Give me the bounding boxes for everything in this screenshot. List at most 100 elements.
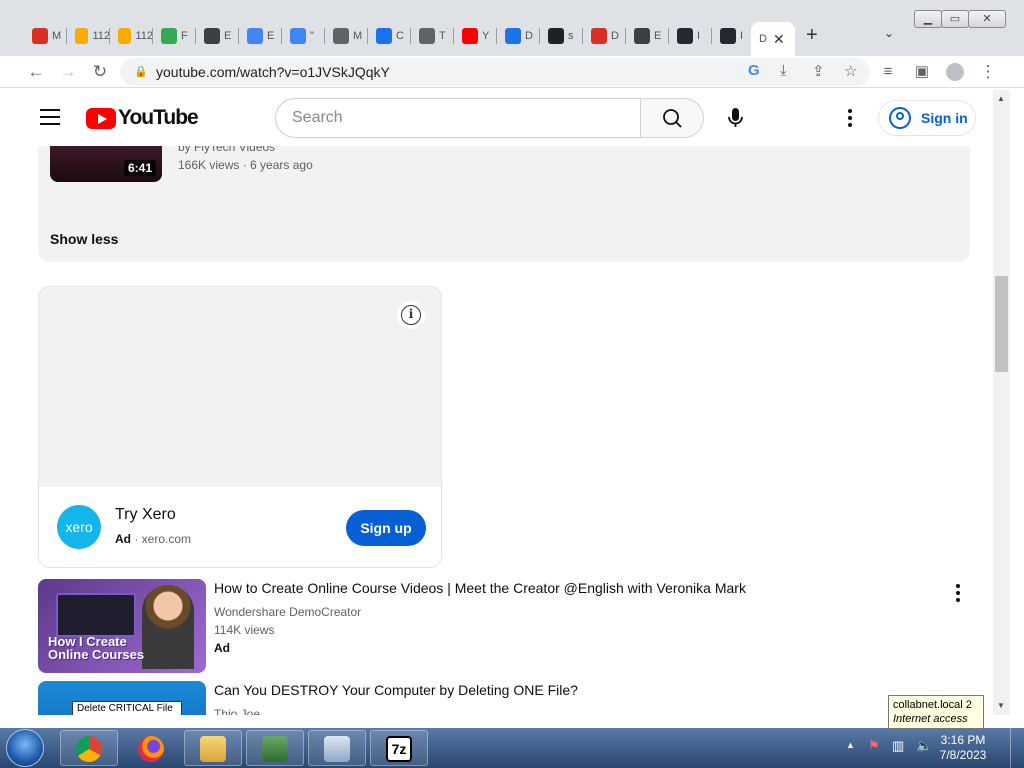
security-alert-icon[interactable]: ⚑	[868, 738, 880, 754]
close-window-button[interactable]: ✕	[968, 10, 1006, 28]
youtube-logo[interactable]: YouTube	[86, 106, 199, 130]
browser-toolbar: ← → ↻ 🔒 youtube.com/watch?v=o1JVSkJQqkY …	[0, 56, 1024, 88]
video-title[interactable]: Can You DESTROY Your Computer by Deletin…	[214, 682, 578, 698]
video-thumbnail[interactable]: Delete CRITICAL File	[38, 681, 206, 715]
google-icon	[290, 28, 306, 44]
taskbar-7zip[interactable]: 7z	[370, 730, 428, 766]
side-panel-icon[interactable]: ▣	[910, 60, 934, 84]
tab-active[interactable]: D ✕	[751, 22, 795, 56]
video-thumbnail[interactable]: How I Create Online Courses	[38, 579, 206, 673]
generic-icon	[333, 28, 349, 44]
site-112-icon	[75, 28, 89, 44]
video-channel[interactable]: Wondershare DemoCreator	[214, 605, 361, 619]
tab-12[interactable]: D	[497, 22, 540, 50]
tab-9[interactable]: C	[368, 22, 411, 50]
install-icon[interactable]: ⤓	[780, 62, 787, 79]
xero-logo[interactable]: xero	[57, 505, 101, 549]
chrome-menu-icon[interactable]: ⋮	[976, 60, 1000, 84]
tab-10[interactable]: T	[411, 22, 454, 50]
guide-menu-icon[interactable]	[40, 109, 60, 125]
forward-button[interactable]: →	[56, 60, 80, 84]
account-icon	[889, 107, 911, 129]
tray-expand-icon[interactable]: ▲	[846, 740, 855, 750]
ad-title[interactable]: Try Xero	[115, 506, 176, 524]
taskbar-chrome[interactable]	[60, 730, 118, 766]
taskbar-keyboard[interactable]	[308, 730, 366, 766]
reading-list-icon[interactable]: ≡	[876, 60, 900, 84]
scroll-down-arrow[interactable]: ▼	[997, 701, 1005, 710]
search-icon	[663, 109, 682, 128]
show-desktop-button[interactable]	[1010, 728, 1024, 768]
info-icon: i	[401, 305, 421, 325]
tab-label: D	[611, 30, 619, 42]
bookmark-star-icon[interactable]: ☆	[844, 62, 857, 80]
ad-card[interactable]: i xero Try Xero Ad · xero.com Sign up	[38, 286, 442, 568]
taskbar-explorer[interactable]	[184, 730, 242, 766]
minimize-button[interactable]: ▁	[914, 10, 942, 28]
tab-label: s	[568, 30, 574, 42]
start-button[interactable]	[6, 729, 44, 767]
list-item[interactable]: Delete CRITICAL File Can You DESTROY You…	[38, 681, 958, 715]
tab-label: I	[697, 30, 701, 42]
video-title[interactable]: How to Create Online Course Videos | Mee…	[214, 580, 746, 596]
address-bar[interactable]: 🔒 youtube.com/watch?v=o1JVSkJQqkY G ⤓ ⇪ …	[120, 58, 870, 86]
close-tab-icon[interactable]: ✕	[773, 31, 785, 48]
taskbar-network[interactable]	[246, 730, 304, 766]
network-tray-icon[interactable]: ▥	[892, 738, 904, 754]
video-channel[interactable]: Thio Joe	[214, 707, 260, 715]
ad-badge: Ad	[214, 641, 230, 655]
tab-label: D	[525, 30, 533, 42]
reload-button[interactable]: ↻	[88, 60, 112, 84]
tab-4[interactable]: F	[153, 22, 196, 50]
page-scrollbar[interactable]: ▲ ▼	[993, 90, 1010, 715]
youtube-page: YouTube Search Sign in 6:41 by FlyTech V…	[12, 90, 992, 715]
clock[interactable]: 3:16 PM 7/8/2023	[930, 733, 996, 763]
tab-11[interactable]: Y	[454, 22, 497, 50]
tab-strip: ▁ ▭ ✕ M 112 112 F E E " M C T Y Ds D E I I D ✕ + ⌄	[0, 0, 1024, 56]
ad-media[interactable]: i	[39, 287, 441, 487]
ad-sign-up-button[interactable]: Sign up	[346, 510, 426, 546]
tab-6[interactable]: E	[239, 22, 282, 50]
tab-17[interactable]: I	[712, 22, 755, 50]
calendar-icon	[591, 28, 607, 44]
tab-label: E	[654, 30, 662, 42]
voice-search-button[interactable]	[716, 98, 756, 138]
tab-1[interactable]: M	[24, 22, 67, 50]
tab-7[interactable]: "	[282, 22, 325, 50]
settings-menu-icon[interactable]	[840, 109, 860, 129]
sign-in-label: Sign in	[921, 110, 968, 126]
tab-15[interactable]: E	[626, 22, 669, 50]
maximize-button[interactable]: ▭	[941, 10, 969, 28]
google-translate-icon[interactable]: G	[748, 62, 760, 79]
new-tab-button[interactable]: +	[806, 24, 818, 47]
search-button[interactable]	[640, 98, 704, 138]
tab-14[interactable]: D	[583, 22, 626, 50]
tab-8[interactable]: M	[325, 22, 368, 50]
tab-search-button[interactable]: ⌄	[884, 26, 894, 40]
profile-icon[interactable]	[943, 60, 967, 84]
ad-info-button[interactable]: i	[397, 301, 425, 329]
tab-label: T	[439, 30, 446, 42]
scroll-up-arrow[interactable]: ▲	[997, 94, 1005, 103]
sign-in-button[interactable]: Sign in	[878, 100, 976, 136]
tab-3[interactable]: 112	[110, 22, 153, 50]
video-menu-icon[interactable]	[948, 584, 968, 604]
youtube-wordmark: YouTube	[118, 106, 199, 129]
show-less-button[interactable]: Show less	[50, 231, 118, 247]
globe-icon	[634, 28, 650, 44]
taskbar: 7z ▲ ⚑ ▥ 🔈 3:16 PM 7/8/2023	[0, 728, 1024, 768]
lock-icon: 🔒	[134, 66, 148, 78]
tab-5[interactable]: E	[196, 22, 239, 50]
back-button[interactable]: ←	[24, 60, 48, 84]
share-icon[interactable]: ⇪	[812, 62, 825, 80]
scrollbar-thumb[interactable]	[995, 276, 1008, 372]
url-text[interactable]: youtube.com/watch?v=o1JVSkJQqkY	[156, 64, 390, 80]
network-icon	[262, 736, 288, 762]
tab-2[interactable]: 112	[67, 22, 110, 50]
tab-label: 112	[92, 30, 110, 42]
list-item[interactable]: How I Create Online Courses How to Creat…	[38, 579, 960, 673]
tab-16[interactable]: I	[669, 22, 712, 50]
search-input[interactable]: Search	[275, 98, 641, 138]
taskbar-firefox[interactable]	[122, 730, 180, 766]
tab-13[interactable]: s	[540, 22, 583, 50]
